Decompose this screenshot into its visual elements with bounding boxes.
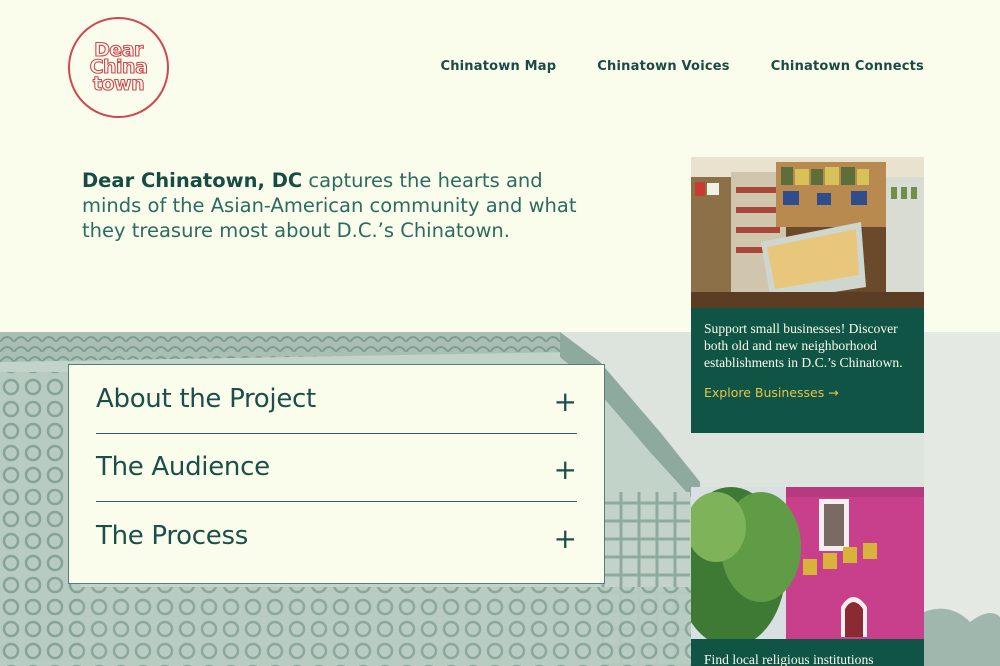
religious-card-text: Find local religious institutions (704, 652, 874, 666)
grocery-store-photo (691, 157, 924, 308)
explore-businesses-link[interactable]: Explore Businesses → (704, 385, 839, 400)
businesses-card-text: Support small businesses! Discover both … (704, 321, 903, 370)
religious-institutions-card: Find local religious institutions (691, 487, 924, 666)
temple-building-photo (691, 487, 924, 639)
plus-icon[interactable]: + (554, 387, 577, 416)
main-nav: Chinatown Map Chinatown Voices Chinatown… (440, 59, 924, 74)
accordion-title: The Process (96, 521, 248, 552)
accordion-title: About the Project (96, 383, 316, 414)
accordion-the-process[interactable]: The Process + (96, 502, 577, 571)
logo-line-3: town (92, 73, 145, 95)
plus-icon[interactable]: + (554, 525, 577, 553)
nav-chinatown-connects[interactable]: Chinatown Connects (771, 59, 924, 74)
intro-bold: Dear Chinatown, DC (82, 169, 303, 192)
accordion-the-audience[interactable]: The Audience + (96, 434, 577, 502)
intro-text: Dear Chinatown, DC captures the hearts a… (82, 168, 602, 243)
info-accordion: About the Project + The Audience + The P… (68, 364, 605, 584)
plus-icon[interactable]: + (554, 456, 577, 484)
nav-chinatown-map[interactable]: Chinatown Map (440, 59, 556, 74)
businesses-card: Support small businesses! Discover both … (691, 157, 924, 433)
dear-chinatown-logo[interactable]: Dear China town (68, 17, 169, 118)
accordion-about-the-project[interactable]: About the Project + (96, 365, 577, 434)
accordion-title: The Audience (96, 452, 270, 483)
nav-chinatown-voices[interactable]: Chinatown Voices (597, 59, 729, 74)
